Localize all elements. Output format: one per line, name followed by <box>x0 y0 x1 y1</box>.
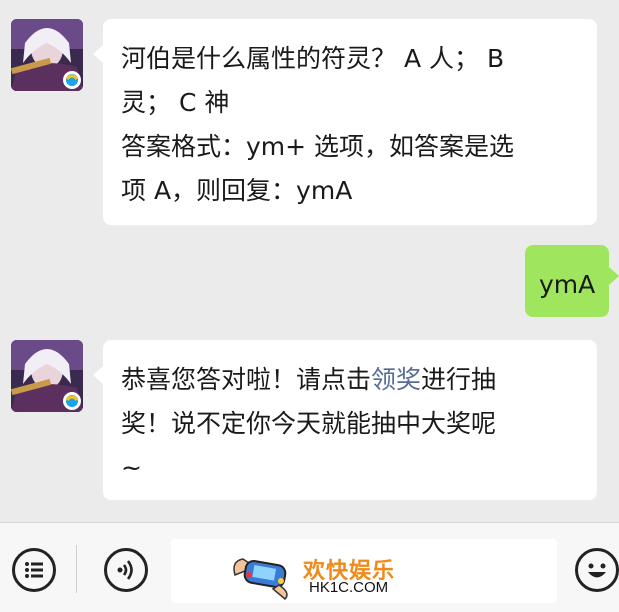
message-line: 项 A，则回复：ymA <box>121 176 353 205</box>
contact-avatar[interactable] <box>11 19 83 91</box>
message-bubble-answer[interactable]: ymA <box>525 245 619 317</box>
input-toolbar: 欢快娱乐 HK1C.COM <box>0 522 619 612</box>
message-text: ymA <box>539 270 596 299</box>
list-menu-icon[interactable] <box>12 548 56 592</box>
message-input[interactable]: 欢快娱乐 HK1C.COM <box>171 539 557 603</box>
message-line: 恭喜您答对啦！请点击领奖进行抽 <box>121 358 581 402</box>
message-line: 河伯是什么属性的符灵？ A 人； B <box>121 44 505 73</box>
message-text: 进行抽 <box>421 365 497 394</box>
message-line: 奖！说不定你今天就能抽中大奖呢 <box>121 409 497 438</box>
watermark-url: HK1C.COM <box>309 579 389 596</box>
message-bubble-reply[interactable]: 恭喜您答对啦！请点击领奖进行抽 奖！说不定你今天就能抽中大奖呢 ~ <box>93 340 597 500</box>
game-controller-icon <box>233 558 288 601</box>
message-line: 答案格式：ym+ 选项，如答案是选 <box>121 132 515 161</box>
claim-prize-link[interactable]: 领奖 <box>371 365 421 394</box>
message-text: 恭喜您答对啦！请点击 <box>121 365 372 394</box>
chat-area: 河伯是什么属性的符灵？ A 人； B 灵； C 神 答案格式：ym+ 选项，如答… <box>0 0 619 522</box>
toolbar-divider <box>76 545 77 593</box>
message-line: ~ <box>121 453 142 482</box>
emoji-icon[interactable] <box>575 548 619 592</box>
voice-icon[interactable] <box>104 548 148 592</box>
message-bubble-question[interactable]: 河伯是什么属性的符灵？ A 人； B 灵； C 神 答案格式：ym+ 选项，如答… <box>93 19 597 225</box>
contact-avatar[interactable] <box>11 340 83 412</box>
message-line: 灵； C 神 <box>121 88 230 117</box>
